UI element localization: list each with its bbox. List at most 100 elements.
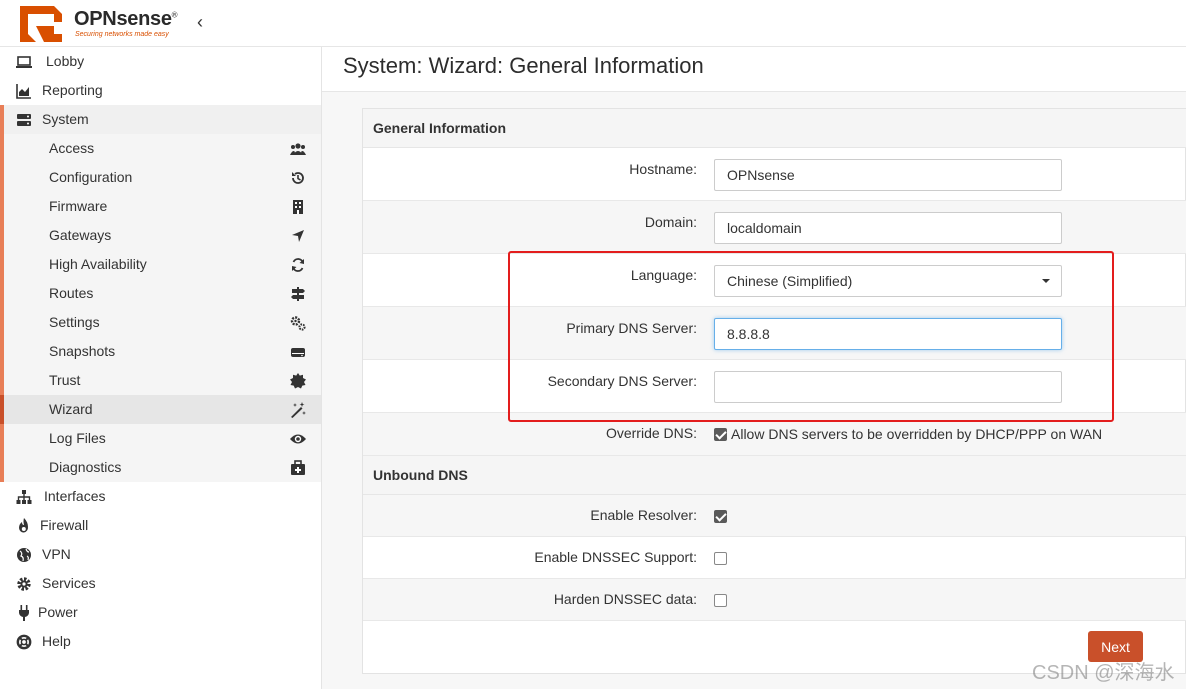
sidebar-item-log-files[interactable]: Log Files — [0, 424, 321, 453]
hostname-input[interactable] — [714, 159, 1062, 191]
sidebar-item-label: Diagnostics — [49, 459, 122, 475]
eye-icon — [290, 434, 306, 444]
domain-row: Domain: — [363, 201, 1186, 254]
main-content: System: Wizard: General Information Gene… — [322, 47, 1186, 689]
sidebar-item-services[interactable]: Services — [0, 569, 321, 598]
sidebar-item-label: VPN — [42, 546, 71, 562]
sidebar-item-diagnostics[interactable]: Diagnostics — [0, 453, 321, 482]
globe-icon — [17, 548, 31, 562]
sidebar-item-label: Routes — [49, 285, 94, 301]
sidebar-item-label: Settings — [49, 314, 100, 330]
domain-input[interactable] — [714, 212, 1062, 244]
sidebar-item-label: High Availability — [49, 256, 147, 272]
sidebar-item-wizard[interactable]: Wizard — [0, 395, 321, 424]
override-dns-row: Override DNS: Allow DNS servers to be ov… — [363, 413, 1186, 456]
primary-dns-label: Primary DNS Server: — [566, 320, 697, 336]
brand-tagline: Securing networks made easy — [75, 31, 169, 38]
building-icon — [293, 200, 303, 214]
enable-dnssec-checkbox[interactable] — [714, 552, 727, 565]
language-label: Language: — [630, 267, 697, 283]
medkit-icon — [291, 460, 305, 475]
watermark: CSDN @深海水 — [1032, 662, 1175, 684]
primary-dns-row: Primary DNS Server: — [363, 307, 1186, 360]
sitemap-icon — [16, 490, 32, 504]
language-row: Language: Chinese (Simplified) — [363, 254, 1186, 307]
sidebar-item-lobby[interactable]: Lobby — [0, 47, 321, 76]
sidebar-item-label: Reporting — [42, 82, 103, 98]
wizard-form-panel: General Information Hostname: Domain: La… — [362, 108, 1186, 674]
harden-dnssec-row: Harden DNSSEC data: — [363, 579, 1186, 621]
sidebar-item-trust[interactable]: Trust — [0, 366, 321, 395]
sidebar-item-label: Trust — [49, 372, 81, 388]
harden-dnssec-label: Harden DNSSEC data: — [553, 591, 697, 607]
harden-dnssec-checkbox[interactable] — [714, 594, 727, 607]
sidebar-item-label: Wizard — [49, 401, 93, 417]
brand-name: OPNsense® — [74, 8, 178, 30]
area-chart-icon — [16, 84, 31, 99]
enable-resolver-checkbox[interactable] — [714, 510, 727, 523]
secondary-dns-label: Secondary DNS Server: — [547, 373, 697, 389]
sidebar-item-firewall[interactable]: Firewall — [0, 511, 321, 540]
caret-down-icon — [1042, 279, 1050, 283]
sidebar-item-label: Interfaces — [44, 488, 106, 504]
language-selected-value: Chinese (Simplified) — [727, 273, 853, 289]
unbound-dns-header: Unbound DNS — [363, 456, 1186, 495]
domain-label: Domain: — [644, 214, 697, 230]
sidebar-item-label: Power — [38, 604, 78, 620]
primary-dns-input[interactable] — [714, 318, 1062, 350]
sidebar-item-label: Help — [42, 633, 71, 649]
sidebar-item-configuration[interactable]: Configuration — [0, 163, 321, 192]
sidebar-item-power[interactable]: Power — [0, 598, 321, 627]
page-title-bar: System: Wizard: General Information — [322, 47, 1186, 92]
page-title: System: Wizard: General Information — [343, 53, 704, 78]
history-icon — [292, 172, 304, 184]
language-select[interactable]: Chinese (Simplified) — [714, 265, 1062, 297]
sidebar-item-routes[interactable]: Routes — [0, 279, 321, 308]
sidebar-item-firmware[interactable]: Firmware — [0, 192, 321, 221]
general-information-header: General Information — [363, 109, 1186, 148]
opnsense-logo[interactable] — [14, 2, 66, 46]
override-dns-label: Override DNS: — [605, 425, 697, 441]
hostname-row: Hostname: — [363, 148, 1186, 201]
sidebar-item-label: Firmware — [49, 198, 108, 214]
hostname-label: Hostname: — [629, 161, 697, 177]
sidebar-item-gateways[interactable]: Gateways — [0, 221, 321, 250]
fire-icon — [19, 518, 29, 533]
sidebar-item-settings[interactable]: Settings — [0, 308, 321, 337]
sidebar-item-label: Log Files — [49, 430, 106, 446]
top-bar: OPNsense® Securing networks made easy ‹ — [0, 0, 1186, 47]
sidebar-item-label: Gateways — [49, 227, 112, 243]
sidebar-item-vpn[interactable]: VPN — [0, 540, 321, 569]
sidebar-item-label: Configuration — [49, 169, 133, 185]
sidebar-item-label: System — [42, 111, 89, 127]
certificate-icon — [290, 373, 306, 389]
plug-icon — [19, 605, 29, 621]
laptop-icon — [16, 56, 32, 68]
sidebar-item-access[interactable]: Access — [0, 134, 321, 163]
refresh-icon — [292, 258, 304, 272]
override-dns-checkbox[interactable] — [714, 428, 727, 441]
sidebar-item-reporting[interactable]: Reporting — [0, 76, 321, 105]
cogs-icon — [290, 316, 306, 331]
secondary-dns-input[interactable] — [714, 371, 1062, 403]
chevron-left-icon[interactable]: ‹ — [190, 10, 210, 34]
sidebar-item-label: Firewall — [40, 517, 89, 533]
sidebar-item-snapshots[interactable]: Snapshots — [0, 337, 321, 366]
magic-icon — [291, 402, 306, 418]
sidebar-item-label: Services — [42, 575, 96, 591]
sidebar-item-high-availability[interactable]: High Availability — [0, 250, 321, 279]
users-icon — [290, 143, 306, 155]
server-icon — [17, 114, 31, 126]
sidebar-item-label: Lobby — [46, 53, 85, 69]
sidebar-item-help[interactable]: Help — [0, 627, 321, 656]
hdd-icon — [291, 348, 305, 357]
sidebar-item-label: Access — [49, 140, 95, 156]
secondary-dns-row: Secondary DNS Server: — [363, 360, 1186, 413]
sidebar-item-system[interactable]: System — [0, 105, 321, 134]
sidebar-item-interfaces[interactable]: Interfaces — [0, 482, 321, 511]
life-ring-icon — [16, 634, 32, 650]
enable-resolver-label: Enable Resolver: — [590, 507, 697, 523]
cog-icon — [17, 577, 31, 591]
sidebar: Lobby Reporting System Access Configurat… — [0, 47, 322, 689]
enable-dnssec-row: Enable DNSSEC Support: — [363, 537, 1186, 579]
